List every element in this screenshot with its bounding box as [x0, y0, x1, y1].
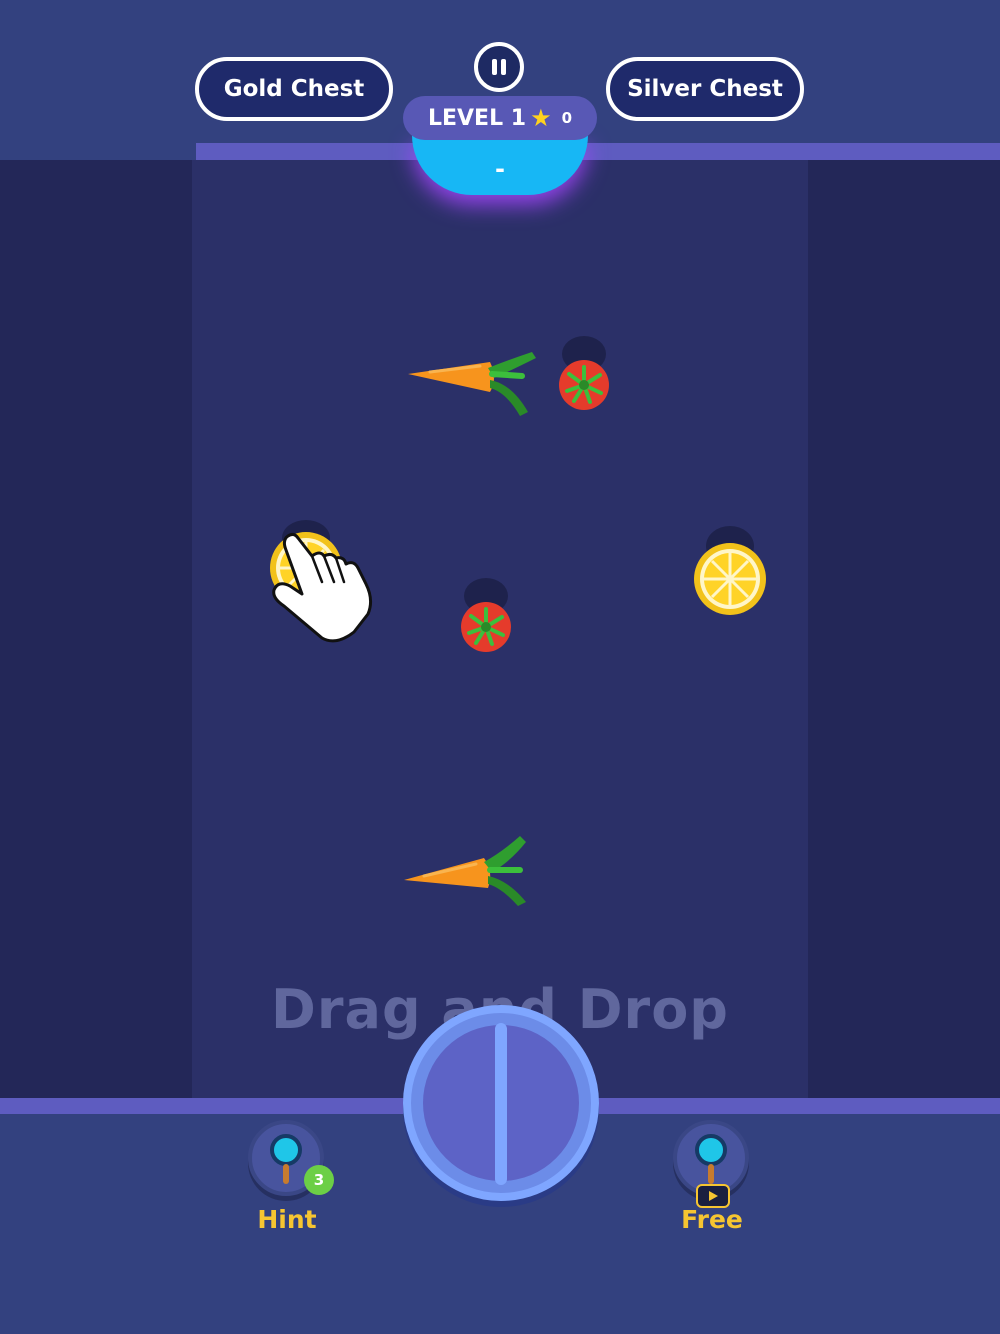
top-rail — [196, 143, 1000, 160]
level-indicator: LEVEL 1 ★ 0 — [403, 96, 597, 140]
level-label: LEVEL 1 — [427, 105, 527, 131]
tomato-item[interactable] — [552, 330, 616, 414]
pause-button[interactable] — [474, 42, 524, 92]
drop-plate-divider — [495, 1023, 507, 1185]
magnifier-icon — [695, 1134, 727, 1184]
drop-plate[interactable] — [403, 1005, 599, 1201]
tomato-item[interactable] — [454, 572, 518, 656]
hand-pointer-icon — [272, 532, 373, 643]
hint-count-badge: 3 — [304, 1165, 334, 1195]
lemon-item[interactable] — [688, 520, 778, 620]
carrot-item[interactable] — [396, 828, 536, 908]
hint-label: Hint — [257, 1205, 317, 1234]
pause-icon — [492, 59, 506, 75]
left-margin — [0, 160, 192, 1100]
star-icon: ★ — [530, 104, 552, 132]
star-count: 0 — [561, 109, 573, 127]
gold-chest-button[interactable]: Gold Chest — [195, 57, 393, 121]
carrot-item[interactable] — [400, 340, 540, 420]
silver-chest-button[interactable]: Silver Chest — [606, 57, 804, 121]
free-label: Free — [681, 1205, 743, 1234]
timer-text: - — [495, 155, 505, 183]
right-margin — [808, 160, 1000, 1100]
